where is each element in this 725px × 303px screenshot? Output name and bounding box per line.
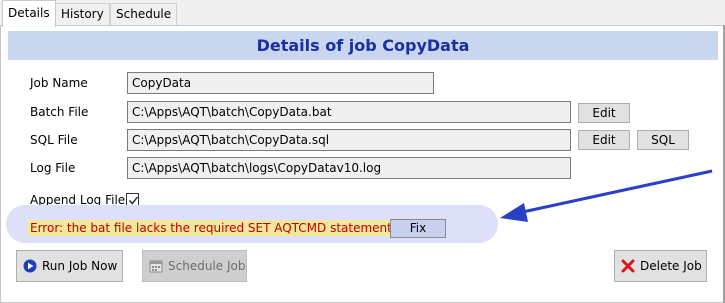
run-job-label: Run Job Now (42, 259, 118, 273)
delete-job-button[interactable]: Delete Job (614, 250, 707, 282)
run-job-button[interactable]: Run Job Now (16, 250, 123, 282)
delete-x-icon (621, 259, 635, 273)
calendar-icon (149, 259, 163, 273)
tab-details[interactable]: Details (2, 0, 56, 27)
tab-details-label: Details (8, 6, 50, 20)
schedule-job-label: Schedule Job (168, 259, 246, 273)
play-icon (23, 259, 37, 273)
delete-job-label: Delete Job (640, 259, 702, 273)
schedule-job-button: Schedule Job (142, 250, 247, 282)
